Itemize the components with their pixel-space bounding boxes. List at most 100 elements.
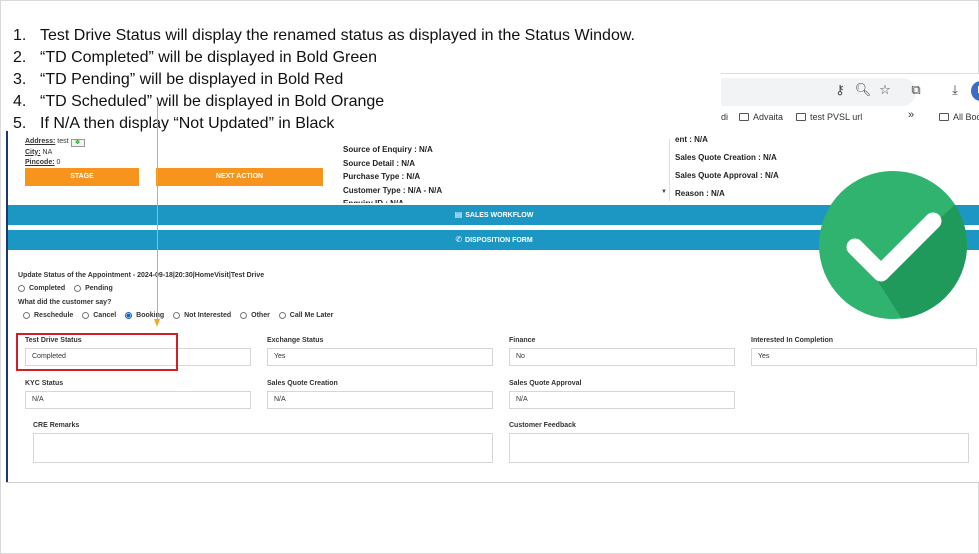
finance-field[interactable]: No (509, 348, 735, 366)
zoom-icon[interactable]: 🔍︎ (854, 82, 872, 100)
customer-address-block: Address: test ✽ City: NA Pincode: 0 (25, 137, 85, 169)
bookmark-partial[interactable]: di (721, 112, 728, 122)
radio-cancel[interactable]: Cancel (82, 312, 116, 319)
kyc-status-field[interactable]: N/A (25, 391, 251, 409)
radio-dot-selected (125, 312, 133, 319)
customer-type: Customer Type : N/A - N/A (343, 185, 443, 195)
disposition-form-label: DISPOSITION FORM (465, 237, 533, 244)
radio-booking[interactable]: Booking (125, 312, 164, 319)
instruction-text: “TD Pending” will be displayed in Bold R… (40, 71, 344, 88)
radio-not-interested-label: Not Interested (184, 312, 232, 319)
instruction-item: 4. “TD Scheduled” will be displayed in Bo… (13, 91, 713, 113)
quote-details: ent : N/A Sales Quote Creation : N/A Sal… (675, 131, 779, 203)
folder-icon (939, 113, 949, 121)
workflow-icon: ▤ (454, 210, 463, 219)
customer-feedback-label: Customer Feedback (509, 422, 576, 429)
divider (669, 139, 670, 201)
purchase-type: Purchase Type : N/A (343, 172, 421, 181)
radio-booking-label: Booking (136, 312, 165, 319)
radio-not-interested[interactable]: Not Interested (173, 312, 231, 319)
radio-dot (240, 312, 248, 319)
map-icon[interactable]: ✽ (70, 139, 85, 147)
bookmark-advaita[interactable]: Advaita (739, 112, 783, 122)
radio-reschedule[interactable]: Reschedule (23, 312, 73, 319)
instruction-text: If N/A then display “Not Updated” in Bla… (40, 115, 335, 132)
instruction-number: 4. (13, 93, 27, 110)
address-label: Address: (25, 138, 56, 145)
enquiry-id: Enquiry ID : N/A (343, 197, 442, 203)
sales-quote-approval-label: Sales Quote Approval (509, 380, 582, 387)
star-icon[interactable]: ☆ (876, 82, 894, 100)
folder-icon (796, 113, 806, 121)
bookmarks-overflow-icon[interactable]: » (908, 109, 914, 121)
interested-in-completion-label: Interested In Completion (751, 337, 834, 344)
reason-info: Reason : N/A (675, 189, 725, 198)
radio-dot (74, 285, 82, 292)
checkmark-icon (819, 171, 967, 319)
download-icon[interactable]: ⤓ (946, 82, 964, 100)
profile-avatar[interactable]: N (971, 81, 979, 101)
pincode-label: Pincode: (25, 159, 55, 166)
bookmark-test-pvsl-label: test PVSL url (810, 112, 863, 122)
sales-quote-creation-field[interactable]: N/A (267, 391, 493, 409)
appointment-title: Update Status of the Appointment - 2024-… (18, 272, 265, 279)
cre-remarks-label: CRE Remarks (33, 422, 80, 429)
exchange-status-label: Exchange Status (267, 337, 324, 344)
radio-dot (173, 312, 181, 319)
address-value: test (57, 138, 69, 145)
instruction-number: 2. (13, 49, 27, 66)
instruction-text: Test Drive Status will display the renam… (40, 27, 635, 44)
radio-dot (82, 312, 90, 319)
radio-completed[interactable]: Completed (18, 285, 65, 292)
highlight-box (16, 333, 178, 371)
city-label: City: (25, 148, 41, 156)
instruction-number: 5. (13, 115, 27, 132)
sales-workflow-label: SALES WORKFLOW (465, 212, 534, 219)
instruction-item: 3. “TD Pending” will be displayed in Bold… (13, 69, 713, 91)
radio-dot (278, 312, 286, 319)
instruction-item: 2. “TD Completed” will be displayed in Bo… (13, 47, 713, 69)
scroll-down-icon[interactable]: ▼ (661, 189, 667, 195)
source-of-enquiry: Source of Enquiry : N/A (343, 145, 433, 154)
radio-other-label: Other (251, 312, 270, 319)
stage-button[interactable]: STAGE (25, 168, 139, 186)
radio-pending[interactable]: Pending (74, 285, 113, 292)
phone-icon: ✆ (455, 235, 463, 244)
sales-quote-approval-field[interactable]: N/A (509, 391, 735, 409)
appointment-status-options: Completed Pending (18, 285, 120, 294)
sales-quote-creation-label: Sales Quote Creation (267, 380, 338, 387)
exchange-status-field[interactable]: Yes (267, 348, 493, 366)
next-action-button[interactable]: NEXT ACTION (156, 168, 323, 186)
customer-feedback-textarea[interactable] (509, 433, 969, 463)
instruction-text: “TD Scheduled” will be displayed in Bold… (40, 93, 385, 110)
bookmark-all[interactable]: All Boo (939, 112, 979, 122)
password-key-icon[interactable]: ⚷ (831, 82, 849, 100)
folder-icon (739, 113, 749, 121)
sales-quote-creation-info: Sales Quote Creation : N/A (675, 153, 777, 162)
enquiry-details: Source of Enquiry : N/A Source Detail : … (343, 143, 442, 203)
bookmark-all-label: All Boo (953, 112, 979, 122)
bookmarks-bar: di Advaita test PVSL url » All Boo (721, 108, 979, 130)
radio-call-me-later[interactable]: Call Me Later (278, 312, 334, 319)
annotation-arrow-head (154, 319, 160, 327)
instruction-text: “TD Completed” will be displayed in Bold… (40, 49, 378, 66)
interested-in-completion-field[interactable]: Yes (751, 348, 977, 366)
radio-dot (23, 312, 30, 319)
bookmark-test-pvsl[interactable]: test PVSL url (796, 112, 862, 122)
cre-remarks-textarea[interactable] (33, 433, 493, 463)
kyc-status-label: KYC Status (25, 380, 64, 387)
sales-quote-approval-info: Sales Quote Approval : N/A (675, 171, 779, 180)
instruction-item: 5. If N/A then display “Not Updated” in B… (13, 113, 713, 135)
instruction-item: 1. Test Drive Status will display the ren… (13, 25, 713, 47)
extensions-icon[interactable]: ⧉ (907, 82, 925, 100)
city-value: NA (42, 148, 53, 156)
bookmark-advaita-label: Advaita (753, 112, 784, 122)
radio-call-me-later-label: Call Me Later (289, 312, 334, 319)
radio-other[interactable]: Other (240, 312, 270, 319)
radio-pending-label: Pending (85, 285, 113, 292)
customer-say-options: Reschedule Cancel Booking Not Interested… (23, 312, 340, 321)
instruction-number: 3. (13, 71, 27, 88)
radio-dot (18, 285, 25, 292)
slide-frame: Address: test ✽ City: NA Pincode: 0 STAG… (0, 0, 979, 554)
left-edge-bar (6, 131, 8, 482)
